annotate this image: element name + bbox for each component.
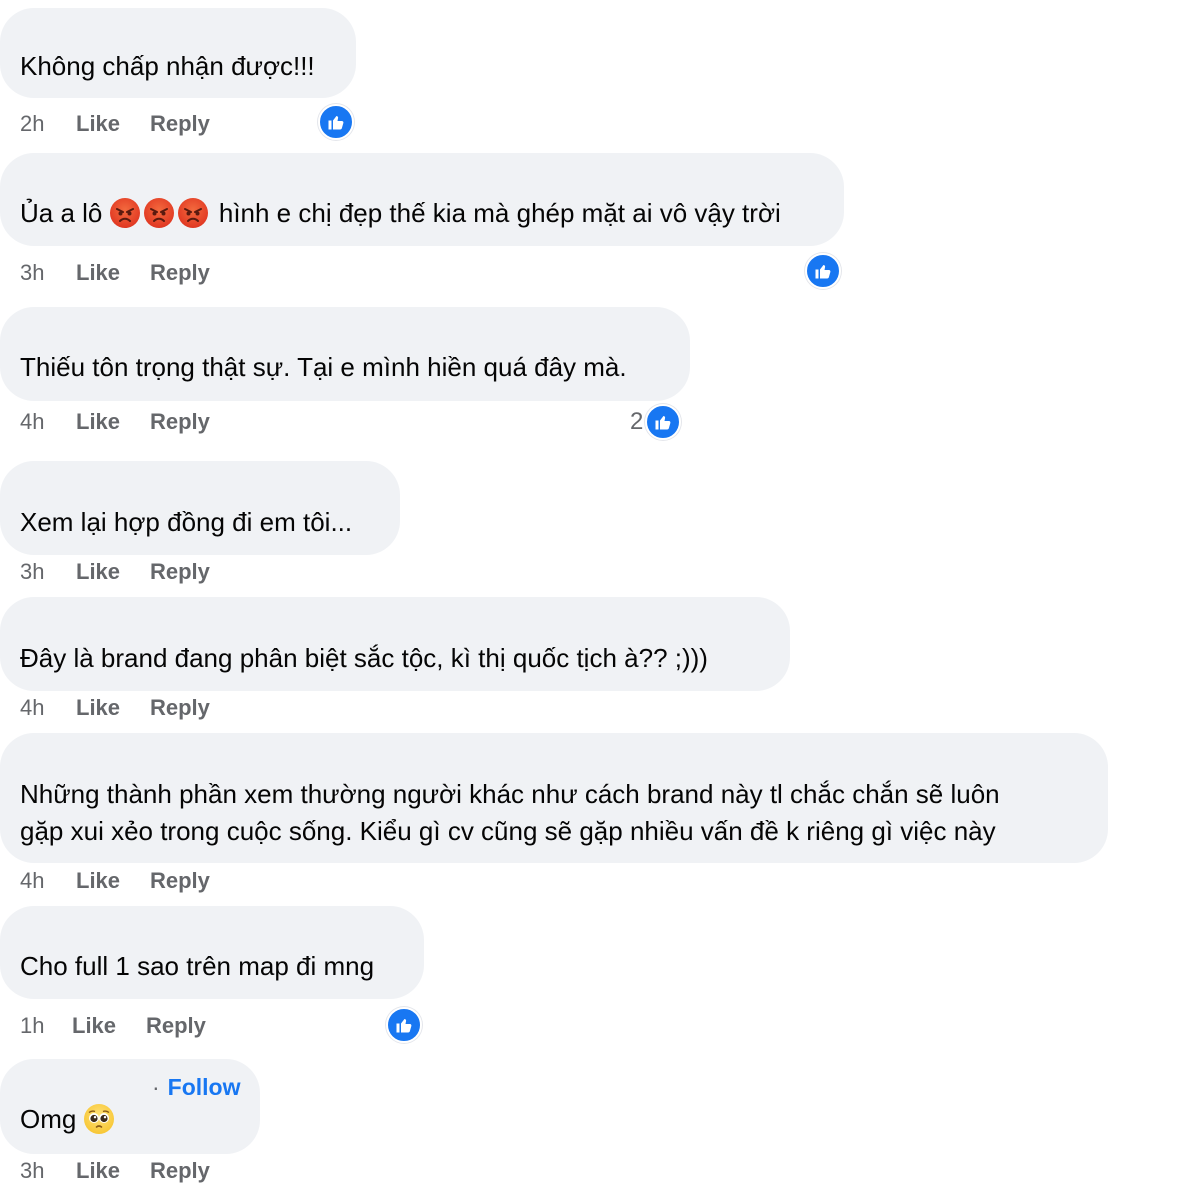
comment-text: Xem lại hợp đồng đi em tôi... [20, 507, 353, 537]
comment-bubble: Không chấp nhận được!!! [0, 8, 356, 98]
comment-time: 1h [20, 1013, 45, 1038]
reply-button[interactable]: Reply [150, 111, 210, 137]
comment-time: 3h [20, 260, 45, 285]
angry-face-icon [109, 198, 140, 228]
like-button[interactable]: Like [76, 695, 150, 721]
comment-time: 4h [20, 695, 45, 720]
comment-time: 3h [20, 1158, 45, 1183]
comment-text: Đây là brand đang phân biệt sắc tộc, kì … [20, 643, 708, 673]
reply-button[interactable]: Reply [150, 559, 210, 585]
comment-text: Cho full 1 sao trên map đi mng [20, 951, 375, 981]
reply-button[interactable]: Reply [150, 409, 210, 435]
comment-actions: 1h Like Reply [20, 1013, 206, 1039]
thumbs-up-icon [645, 404, 682, 440]
thumbs-up-icon [386, 1007, 422, 1043]
like-button[interactable]: Like [76, 1158, 150, 1184]
comment-text-line: Những thành phần xem thường người khác n… [20, 779, 1000, 809]
reaction-summary[interactable] [318, 104, 354, 140]
comment-actions: 2h Like Reply [20, 111, 210, 137]
comment-text: Thiếu tôn trọng thật sự. Tại e mình hiền… [20, 352, 627, 382]
comment-time: 4h [20, 409, 45, 434]
comment-bubble: Xem lại hợp đồng đi em tôi... [0, 461, 400, 555]
comment-actions: 3h Like Reply [20, 260, 210, 286]
comment-bubble: Thiếu tôn trọng thật sự. Tại e mình hiền… [0, 307, 690, 401]
reply-button[interactable]: Reply [150, 260, 210, 286]
follow-label[interactable]: Follow [168, 1074, 241, 1100]
reaction-summary[interactable] [386, 1007, 422, 1043]
comment-actions: 4h Like Reply [20, 695, 210, 721]
comment-text-line: gặp xui xẻo trong cuộc sống. Kiểu gì cv … [20, 816, 996, 846]
angry-face-icon [177, 198, 208, 228]
comment-actions: 4h Like Reply [20, 868, 210, 894]
comment-text: Ủa a lô [20, 198, 103, 228]
reply-button[interactable]: Reply [146, 1013, 206, 1039]
angry-face-icon [143, 198, 174, 228]
reply-button[interactable]: Reply [150, 868, 210, 894]
reply-button[interactable]: Reply [150, 1158, 210, 1184]
reaction-count: 2 [630, 408, 644, 435]
reaction-summary[interactable]: 2 [630, 404, 682, 440]
pleading-face-icon [83, 1104, 114, 1134]
comment-bubble: Ủa a lô hình e chị đẹp thế kia mà ghép m… [0, 153, 844, 246]
comment-actions: 3h Like Reply [20, 559, 210, 585]
comment-bubble: Đây là brand đang phân biệt sắc tộc, kì … [0, 597, 790, 691]
like-button[interactable]: Like [76, 111, 150, 137]
reaction-summary[interactable] [805, 253, 841, 289]
comment-text: Không chấp nhận được!!! [20, 51, 315, 81]
like-button[interactable]: Like [76, 260, 150, 286]
follow-link[interactable]: · Follow [152, 1074, 241, 1101]
comment-bubble: Cho full 1 sao trên map đi mng [0, 906, 424, 999]
thumbs-up-icon [805, 253, 841, 289]
comment-time: 4h [20, 868, 45, 893]
separator-dot: · [152, 1074, 160, 1100]
like-button[interactable]: Like [76, 868, 150, 894]
comment-time: 3h [20, 559, 45, 584]
like-button[interactable]: Like [72, 1013, 146, 1039]
comment-actions: 3h Like Reply [20, 1158, 210, 1184]
comment-actions: 4h Like Reply [20, 409, 210, 435]
reply-button[interactable]: Reply [150, 695, 210, 721]
like-button[interactable]: Like [76, 559, 150, 585]
comment-bubble: Những thành phần xem thường người khác n… [0, 733, 1108, 863]
comment-text: Omg [20, 1104, 77, 1134]
comment-text: hình e chị đẹp thế kia mà ghép mặt ai vô… [218, 198, 781, 228]
like-button[interactable]: Like [76, 409, 150, 435]
thumbs-up-icon [318, 104, 354, 140]
comment-time: 2h [20, 111, 45, 136]
